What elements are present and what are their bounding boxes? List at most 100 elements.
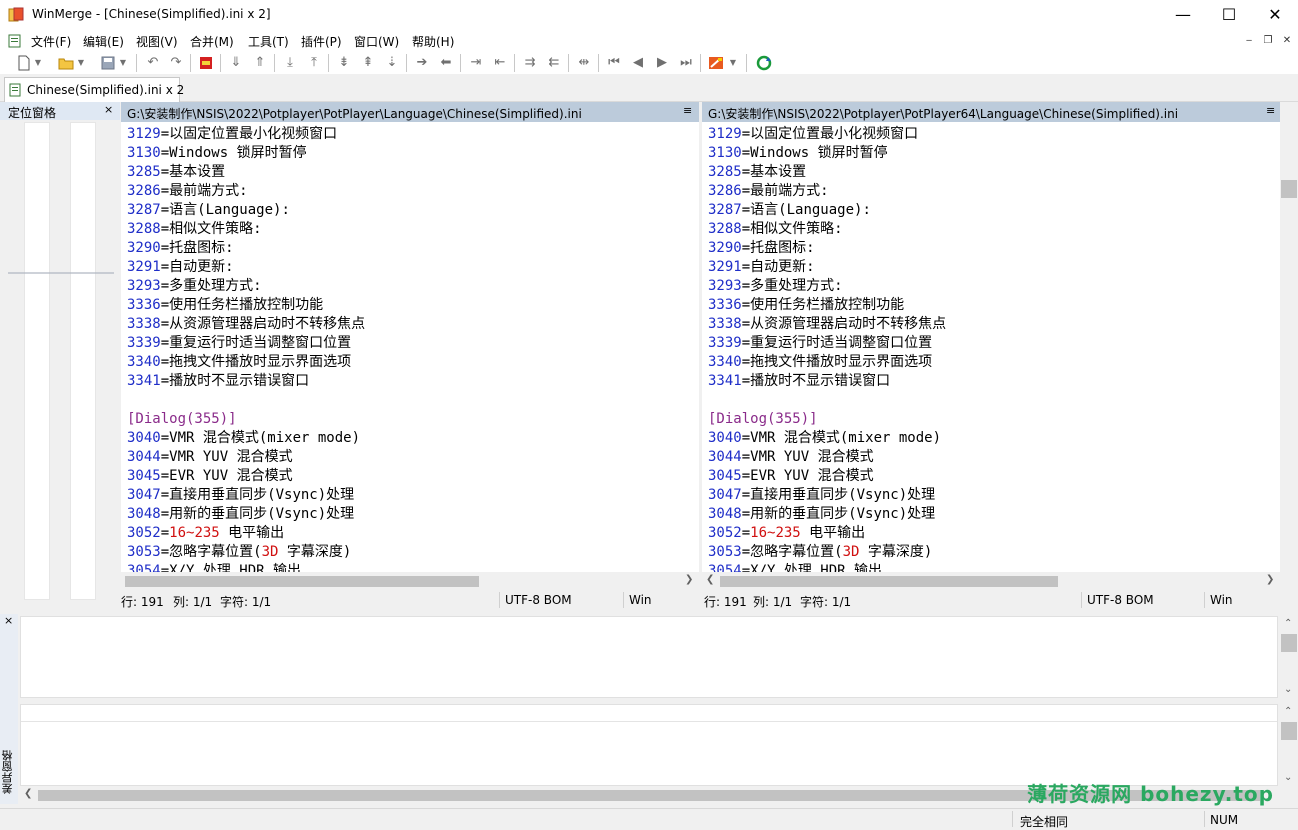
eol-indicator[interactable]: Win bbox=[629, 593, 652, 607]
document-icon[interactable] bbox=[8, 34, 22, 48]
copy-left-advance-icon[interactable]: ⇤ bbox=[490, 54, 510, 72]
line-value: 电平输出 bbox=[219, 525, 285, 541]
code-line: 3290=托盘图标: bbox=[127, 239, 687, 258]
right-code-view[interactable]: 3129=以固定位置最小化视频窗口 3130=Windows 锁屏时暂停 3285=… bbox=[708, 125, 1268, 572]
line-key: 3054 bbox=[127, 563, 161, 572]
chevron-down-icon[interactable]: ▼ bbox=[76, 54, 86, 72]
menu-merge[interactable]: 合并(M) bbox=[190, 33, 234, 50]
mdi-minimize-button[interactable]: ‒ bbox=[1240, 33, 1258, 49]
maximize-button[interactable]: ☐ bbox=[1206, 0, 1252, 30]
next-diff-icon[interactable]: ⇓ bbox=[226, 54, 246, 72]
equals-sign: = bbox=[160, 240, 170, 256]
mdi-restore-button[interactable]: ❐ bbox=[1259, 33, 1277, 49]
refresh-icon[interactable] bbox=[754, 54, 774, 72]
left-horizontal-scrollbar[interactable]: ❯ bbox=[121, 572, 699, 590]
undo-icon[interactable]: ↶ bbox=[143, 54, 163, 72]
tab-chinese-simplified[interactable]: Chinese(Simplified).ini x 2 bbox=[4, 77, 184, 102]
detail-vertical-scrollbar[interactable]: ⌃ ⌄ bbox=[1280, 616, 1298, 698]
all-left-icon[interactable]: ⇇ bbox=[544, 54, 564, 72]
open-folder-icon[interactable] bbox=[56, 54, 76, 72]
chevron-down-icon[interactable]: ▼ bbox=[728, 54, 738, 72]
merge-icon[interactable]: ⇹ bbox=[574, 54, 594, 72]
menu-view[interactable]: 视图(V) bbox=[136, 33, 178, 50]
new-document-icon[interactable] bbox=[14, 54, 34, 72]
copy-right-icon[interactable]: ➔ bbox=[412, 54, 432, 72]
line-value: 直接用垂直同步(Vsync)处理 bbox=[750, 487, 936, 503]
redo-icon[interactable]: ↷ bbox=[166, 54, 186, 72]
menu-plugins[interactable]: 插件(P) bbox=[301, 33, 342, 50]
code-line: 3293=多重处理方式: bbox=[708, 277, 1268, 296]
current-diff-icon[interactable]: ⇟ bbox=[334, 54, 354, 72]
scroll-right-icon[interactable]: ❯ bbox=[1266, 574, 1274, 585]
left-pane-menu-icon[interactable]: ≡ bbox=[683, 104, 692, 117]
scrollbar-thumb[interactable] bbox=[1281, 722, 1297, 740]
copy-left-icon[interactable]: ⬅ bbox=[436, 54, 456, 72]
location-viewport-marker[interactable] bbox=[8, 272, 114, 274]
detail-vertical-scrollbar[interactable]: ⌃ ⌄ bbox=[1280, 704, 1298, 786]
menu-tools[interactable]: 工具(T) bbox=[248, 33, 289, 50]
mdi-close-button[interactable]: ✕ bbox=[1278, 33, 1296, 49]
status-separator bbox=[1012, 811, 1013, 827]
left-code-view[interactable]: 3129=以固定位置最小化视频窗口 3130=Windows 锁屏时暂停 3285=… bbox=[127, 125, 687, 572]
right-pane-header: G:\安装制作\NSIS\2022\Potplayer\PotPlayer64\… bbox=[702, 102, 1280, 122]
scrollbar-thumb[interactable] bbox=[1281, 634, 1297, 652]
scroll-down-icon[interactable]: ⌄ bbox=[1284, 684, 1292, 695]
bookmark-icon[interactable] bbox=[196, 54, 216, 72]
save-icon[interactable] bbox=[98, 54, 118, 72]
line-value: 语言(Language): bbox=[169, 202, 290, 218]
menu-edit[interactable]: 编辑(E) bbox=[83, 33, 124, 50]
equals-sign: = bbox=[741, 183, 751, 199]
scroll-right-icon[interactable]: ❯ bbox=[685, 574, 693, 585]
right-pane-menu-icon[interactable]: ≡ bbox=[1266, 104, 1275, 117]
vertical-scrollbar[interactable] bbox=[1280, 122, 1298, 570]
last-file-icon[interactable]: ⏭ bbox=[676, 54, 696, 72]
scrollbar-thumb[interactable] bbox=[125, 576, 479, 587]
select-diff-icon[interactable]: ⇞ bbox=[358, 54, 378, 72]
right-horizontal-scrollbar[interactable]: ❮ ❯ bbox=[702, 572, 1280, 590]
options-icon[interactable] bbox=[706, 54, 726, 72]
line-key: 3048 bbox=[708, 506, 742, 522]
equals-sign: = bbox=[160, 430, 170, 446]
chevron-down-icon[interactable]: ▼ bbox=[33, 54, 43, 72]
line-key: 3293 bbox=[708, 278, 742, 294]
code-line: 3045=EVR YUV 混合模式 bbox=[708, 467, 1268, 486]
location-bar-left[interactable] bbox=[24, 122, 50, 600]
code-line: 3130=Windows 锁屏时暂停 bbox=[127, 144, 687, 163]
scroll-down-icon[interactable]: ⌄ bbox=[1284, 772, 1292, 783]
scrollbar-thumb[interactable] bbox=[1281, 180, 1297, 198]
minimize-button[interactable]: — bbox=[1160, 0, 1206, 30]
location-bar-right[interactable] bbox=[70, 122, 96, 600]
scroll-up-icon[interactable]: ⌃ bbox=[1284, 706, 1292, 717]
chevron-down-icon[interactable]: ▼ bbox=[118, 54, 128, 72]
status-separator bbox=[623, 592, 624, 608]
prev-diff-icon[interactable]: ⇑ bbox=[250, 54, 270, 72]
scroll-up-icon[interactable]: ⌃ bbox=[1284, 618, 1292, 629]
diff-detail-left[interactable] bbox=[20, 616, 1278, 698]
equals-sign: = bbox=[160, 544, 170, 560]
equals-sign: = bbox=[741, 297, 751, 313]
close-icon[interactable]: × bbox=[104, 103, 113, 116]
eol-indicator[interactable]: Win bbox=[1210, 593, 1233, 607]
goto-diff-icon[interactable]: ⇣ bbox=[382, 54, 402, 72]
first-diff-icon[interactable]: ⤓ bbox=[280, 54, 300, 72]
encoding-indicator[interactable]: UTF-8 BOM bbox=[505, 593, 572, 607]
line-value: 托盘图标: bbox=[169, 240, 234, 256]
copy-right-advance-icon[interactable]: ⇥ bbox=[466, 54, 486, 72]
menu-window[interactable]: 窗口(W) bbox=[354, 33, 399, 50]
next-file-icon[interactable]: ▶ bbox=[652, 54, 672, 72]
menu-file[interactable]: 文件(F) bbox=[31, 33, 71, 50]
close-button[interactable]: ✕ bbox=[1252, 0, 1298, 30]
diff-detail-right[interactable] bbox=[20, 704, 1278, 786]
scrollbar-thumb[interactable] bbox=[720, 576, 1058, 587]
menu-help[interactable]: 帮助(H) bbox=[412, 33, 454, 50]
scroll-left-icon[interactable]: ❮ bbox=[706, 574, 714, 585]
close-icon[interactable]: × bbox=[4, 614, 13, 627]
all-right-icon[interactable]: ⇉ bbox=[520, 54, 540, 72]
equals-sign: = bbox=[741, 221, 751, 237]
encoding-indicator[interactable]: UTF-8 BOM bbox=[1087, 593, 1154, 607]
last-diff-icon[interactable]: ⤒ bbox=[304, 54, 324, 72]
first-file-icon[interactable]: ⏮ bbox=[604, 54, 624, 72]
prev-file-icon[interactable]: ◀ bbox=[628, 54, 648, 72]
code-line: [Dialog(355)] bbox=[708, 410, 1268, 429]
scroll-left-icon[interactable]: ❮ bbox=[24, 788, 32, 799]
